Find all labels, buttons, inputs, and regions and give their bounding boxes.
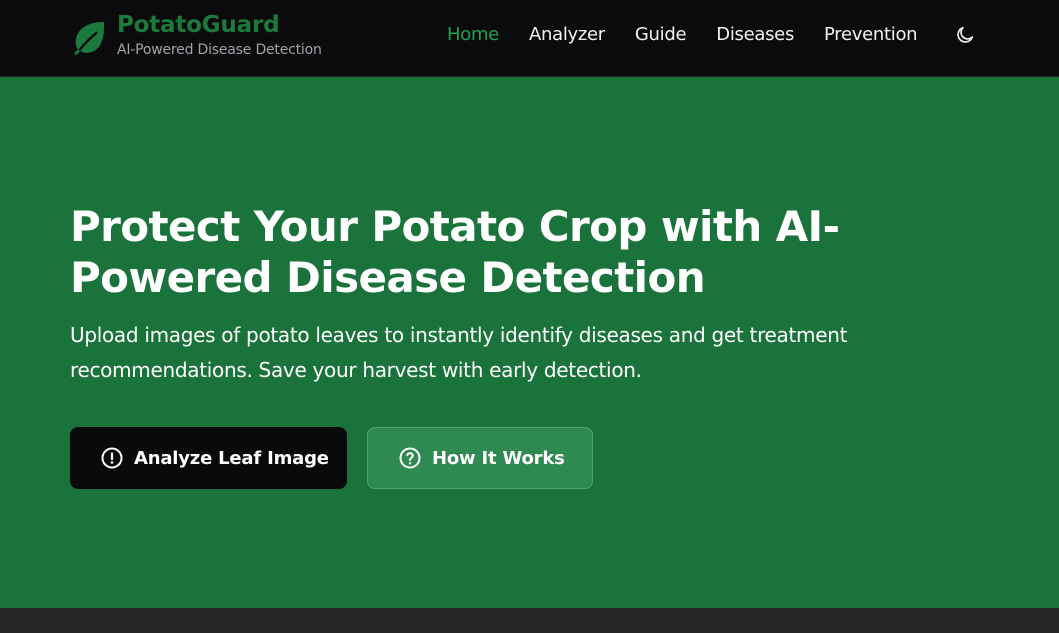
hero-section: Protect Your Potato Crop with AI-Powered… bbox=[0, 77, 1059, 608]
hero-actions: Analyze Leaf Image How It Works bbox=[70, 427, 593, 489]
nav-home[interactable]: Home bbox=[447, 23, 499, 47]
brand-text: PotatoGuard AI-Powered Disease Detection bbox=[117, 11, 322, 59]
hero-title: Protect Your Potato Crop with AI-Powered… bbox=[70, 202, 840, 302]
help-circle-icon bbox=[399, 447, 421, 469]
alert-circle-icon bbox=[101, 447, 123, 469]
nav-analyzer[interactable]: Analyzer bbox=[529, 23, 605, 47]
how-it-works-button[interactable]: How It Works bbox=[367, 427, 593, 489]
nav-prevention[interactable]: Prevention bbox=[824, 23, 918, 47]
brand-tagline: AI-Powered Disease Detection bbox=[117, 42, 322, 58]
analyze-leaf-button[interactable]: Analyze Leaf Image bbox=[70, 427, 347, 489]
analyze-leaf-button-label: Analyze Leaf Image bbox=[134, 447, 329, 469]
main-nav: Home Analyzer Guide Diseases Prevention bbox=[447, 23, 947, 47]
nav-guide[interactable]: Guide bbox=[635, 23, 687, 47]
moon-icon[interactable] bbox=[954, 24, 976, 46]
hero-subtitle: Upload images of potato leaves to instan… bbox=[70, 323, 848, 382]
top-navbar: PotatoGuard AI-Powered Disease Detection… bbox=[0, 0, 1059, 77]
next-section bbox=[0, 608, 1059, 633]
leaf-icon bbox=[74, 22, 105, 56]
nav-diseases[interactable]: Diseases bbox=[716, 23, 794, 47]
how-it-works-button-label: How It Works bbox=[432, 447, 565, 469]
brand[interactable]: PotatoGuard AI-Powered Disease Detection bbox=[69, 11, 322, 59]
brand-name: PotatoGuard bbox=[117, 12, 280, 38]
